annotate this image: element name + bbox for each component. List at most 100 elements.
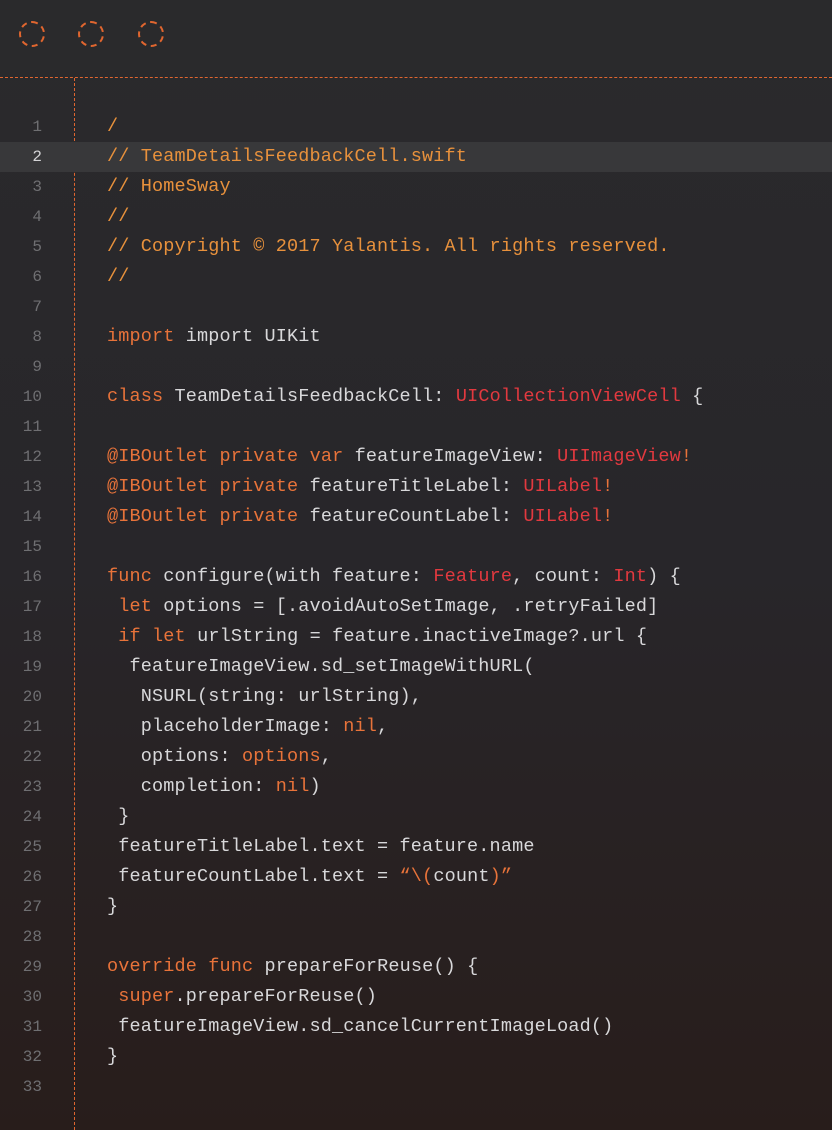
code-text: @IBOutlet private featureTitleLabel: UIL…: [107, 472, 613, 502]
code-token: // TeamDetailsFeedbackCell.swift: [107, 146, 468, 167]
title-bar-divider: [0, 77, 832, 78]
code-line[interactable]: 9: [0, 352, 832, 382]
code-token: completion:: [107, 776, 276, 797]
code-line[interactable]: 6 //: [0, 262, 832, 292]
code-token: Feature: [433, 566, 513, 587]
code-token: UICollectionViewCell: [455, 386, 681, 407]
code-line[interactable]: 15: [0, 532, 832, 562]
code-token: TeamDetailsFeedbackCell:: [163, 386, 456, 407]
line-number: 21: [22, 718, 42, 736]
close-window-button[interactable]: [19, 21, 45, 47]
code-token: UILabel: [523, 506, 603, 527]
code-token: ,: [320, 746, 333, 767]
code-line[interactable]: 5 // Copyright © 2017 Yalantis. All right…: [0, 232, 832, 262]
code-token: {: [680, 386, 704, 407]
code-line[interactable]: 19 featureImageView.sd_setImageWithURL(: [0, 652, 832, 682]
code-editor[interactable]: 1/2 // TeamDetailsFeedbackCell.swift 3// H…: [0, 112, 832, 1102]
code-line[interactable]: 13 @IBOutlet private featureTitleLabel: U…: [0, 472, 832, 502]
code-token: !: [602, 476, 614, 497]
code-line[interactable]: 32}: [0, 1042, 832, 1072]
line-number: 33: [22, 1078, 42, 1096]
code-line[interactable]: 25 featureTitleLabel.text = feature.name: [0, 832, 832, 862]
code-line[interactable]: 30 super.prepareForReuse(): [0, 982, 832, 1012]
code-token: var: [309, 446, 344, 467]
code-text: }: [107, 802, 130, 832]
line-number: 29: [22, 958, 42, 976]
title-bar: [0, 0, 832, 78]
code-line[interactable]: 4 //: [0, 202, 832, 232]
code-token: private: [219, 506, 299, 527]
code-token: }: [107, 806, 130, 827]
code-text: featureImageView.sd_setImageWithURL(: [107, 652, 535, 682]
code-text: options: options,: [107, 742, 332, 772]
code-line[interactable]: 8 import import UIKit: [0, 322, 832, 352]
code-text: override func prepareForReuse() {: [107, 952, 478, 982]
code-line[interactable]: 14 @IBOutlet private featureCountLabel: U…: [0, 502, 832, 532]
code-text: //: [107, 202, 130, 232]
code-line[interactable]: 17 let options = [.avoidAutoSetImage, .r…: [0, 592, 832, 622]
code-token: UIImageView: [557, 446, 681, 467]
code-token: private: [219, 446, 299, 467]
code-line[interactable]: 3 // HomeSway: [0, 172, 832, 202]
code-token: featureImageView:: [343, 446, 558, 467]
code-token: if: [118, 626, 141, 647]
code-token: //: [107, 266, 130, 287]
code-text: // TeamDetailsFeedbackCell.swift: [107, 142, 467, 172]
code-line[interactable]: 7: [0, 292, 832, 322]
code-line[interactable]: 28: [0, 922, 832, 952]
code-line[interactable]: 10 class TeamDetailsFeedbackCell: UIColle…: [0, 382, 832, 412]
code-line[interactable]: 31 featureImageView.sd_cancelCurrentImag…: [0, 1012, 832, 1042]
code-line[interactable]: 27}: [0, 892, 832, 922]
line-number: 18: [22, 628, 42, 646]
code-text: class TeamDetailsFeedbackCell: UICollect…: [107, 382, 703, 412]
code-token: .prepareForReuse(): [174, 986, 378, 1007]
code-line[interactable]: 12 @IBOutlet private var featureImageView…: [0, 442, 832, 472]
code-line[interactable]: 16 func configure(with feature: Feature, …: [0, 562, 832, 592]
code-line[interactable]: 29 override func prepareForReuse() {: [0, 952, 832, 982]
code-token: }: [107, 1046, 119, 1067]
code-line[interactable]: 26 featureCountLabel.text = “\(count)”: [0, 862, 832, 892]
code-token: “\(: [399, 866, 434, 887]
code-line[interactable]: 21 placeholderImage: nil,: [0, 712, 832, 742]
minimize-window-button[interactable]: [78, 21, 104, 47]
code-line[interactable]: 23 completion: nil): [0, 772, 832, 802]
code-token: private: [219, 476, 299, 497]
code-token: import UIKit: [174, 326, 321, 347]
line-number: 4: [32, 208, 42, 226]
line-number: 6: [32, 268, 42, 286]
zoom-window-button[interactable]: [138, 21, 164, 47]
code-token: nil: [343, 716, 378, 737]
code-line[interactable]: 1/: [0, 112, 832, 142]
line-number: 5: [32, 238, 42, 256]
code-text: let options = [.avoidAutoSetImage, .retr…: [107, 592, 658, 622]
code-line[interactable]: 2 // TeamDetailsFeedbackCell.swift: [0, 142, 832, 172]
code-token: !: [680, 446, 693, 467]
code-text: if let urlString = feature.inactiveImage…: [107, 622, 647, 652]
code-token: count: [433, 866, 490, 887]
code-text: }: [107, 892, 118, 922]
line-number: 7: [32, 298, 42, 316]
code-token: Int: [613, 566, 648, 587]
code-token: nil: [275, 776, 310, 797]
code-line[interactable]: 24 }: [0, 802, 832, 832]
code-token: options: [242, 746, 321, 767]
line-number: 26: [22, 868, 42, 886]
code-token: )”: [489, 866, 513, 887]
line-number: 3: [32, 178, 42, 196]
code-text: featureCountLabel.text = “\(count)”: [107, 862, 512, 892]
code-token: featureCountLabel:: [298, 506, 524, 527]
line-number: 2: [32, 148, 42, 166]
line-number: 1: [32, 118, 42, 136]
line-number: 22: [22, 748, 42, 766]
code-line[interactable]: 11: [0, 412, 832, 442]
code-line[interactable]: 18 if let urlString = feature.inactiveIm…: [0, 622, 832, 652]
code-line[interactable]: 20 NSURL(string: urlString),: [0, 682, 832, 712]
code-line[interactable]: 33: [0, 1072, 832, 1102]
code-text: // Copyright © 2017 Yalantis. All rights…: [107, 232, 670, 262]
code-token: NSURL(string: urlString),: [107, 686, 423, 707]
line-number: 32: [22, 1048, 42, 1066]
code-line[interactable]: 22 options: options,: [0, 742, 832, 772]
